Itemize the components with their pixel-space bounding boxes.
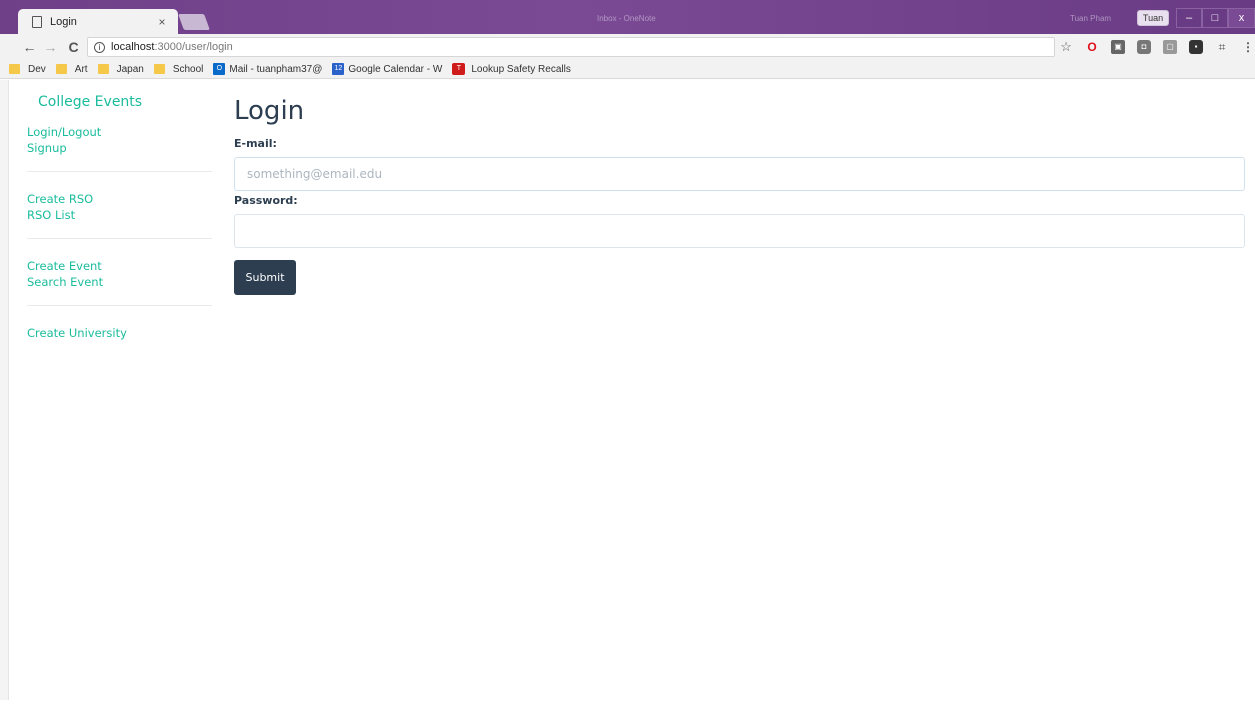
- outlook-icon: O: [213, 63, 226, 75]
- title-bar: Login × Inbox - OneNote Tuan Pham Tuan –…: [0, 0, 1255, 34]
- extension-toolbar: ☆ O ▣ ◘ ▢ ▪ ⌗ ⋮: [1059, 40, 1255, 54]
- page-icon: [32, 15, 42, 28]
- bookmark-label: Dev: [28, 63, 46, 75]
- tab-title: Login: [50, 15, 77, 28]
- calendar-icon: 12: [332, 63, 345, 75]
- browser-window: Login × Inbox - OneNote Tuan Pham Tuan –…: [0, 0, 1255, 704]
- bookmark-label: School: [172, 63, 204, 75]
- extension-face-icon[interactable]: ▪: [1189, 40, 1204, 54]
- reload-icon[interactable]: C: [64, 39, 83, 55]
- email-field[interactable]: [234, 157, 1245, 191]
- folder-icon: [153, 64, 165, 74]
- password-label: Password:: [234, 194, 298, 207]
- sidebar-item-login-logout[interactable]: Login/Logout: [27, 124, 212, 140]
- bookmark-label: Art: [74, 63, 88, 75]
- info-icon[interactable]: i: [94, 41, 106, 53]
- tab-close-icon[interactable]: ×: [154, 15, 170, 29]
- folder-icon: [9, 64, 20, 74]
- toyota-icon: T: [452, 63, 466, 75]
- brand-title[interactable]: College Events: [38, 94, 212, 110]
- bookmark-label: Japan: [116, 63, 144, 75]
- opera-extension-icon[interactable]: O: [1085, 40, 1099, 54]
- folder-icon: [55, 64, 67, 74]
- page-content: College Events Login/Logout Signup Creat…: [0, 80, 1255, 704]
- page-title: Login: [234, 96, 305, 126]
- sidebar-item-rso-list[interactable]: RSO List: [27, 207, 212, 223]
- titlebar-user-text: Tuan Pham: [1070, 14, 1112, 23]
- page-left-scroll-edge: [0, 80, 9, 700]
- bookmark-label: Mail - tuanpham37@: [229, 63, 323, 75]
- bookmark-safety-recalls[interactable]: T Lookup Safety Recalls: [452, 63, 571, 75]
- bookmarks-bar: Dev Art Japan School O Mail - tuanpham37…: [0, 60, 1255, 79]
- sidebar-item-search-event[interactable]: Search Event: [27, 274, 212, 290]
- bookmark-folder-dev[interactable]: Dev: [9, 64, 46, 75]
- bookmark-label: Lookup Safety Recalls: [471, 63, 571, 75]
- sidebar-item-signup[interactable]: Signup: [27, 140, 212, 156]
- sidebar-item-create-university[interactable]: Create University: [27, 325, 212, 341]
- login-form: Login E-mail: Password: Submit: [234, 96, 1245, 295]
- bookmark-folder-school[interactable]: School: [153, 63, 204, 75]
- sidebar: College Events Login/Logout Signup Creat…: [27, 94, 212, 341]
- tab-login[interactable]: Login ×: [18, 9, 178, 34]
- url-host: localhost: [111, 41, 155, 53]
- bookmark-star-icon[interactable]: ☆: [1059, 40, 1073, 54]
- forward-arrow-icon[interactable]: →: [41, 39, 60, 55]
- extension-chat-icon[interactable]: ▢: [1163, 40, 1178, 54]
- profile-button[interactable]: Tuan: [1137, 10, 1169, 26]
- submit-button[interactable]: Submit: [234, 260, 296, 295]
- sidebar-divider: [27, 238, 212, 239]
- extension-outline-icon[interactable]: ⌗: [1215, 40, 1229, 54]
- sidebar-item-create-event[interactable]: Create Event: [27, 258, 212, 274]
- address-bar[interactable]: i localhost:3000/user/login: [87, 37, 1056, 57]
- sidebar-divider: [27, 171, 212, 172]
- folder-icon: [97, 64, 109, 74]
- bookmark-label: Google Calendar - W: [348, 63, 443, 75]
- bookmark-mail[interactable]: O Mail - tuanpham37@: [213, 63, 322, 75]
- bookmark-google-calendar[interactable]: 12 Google Calendar - W: [332, 63, 442, 75]
- email-label: E-mail:: [234, 137, 277, 150]
- titlebar-app-text: Inbox - OneNote: [597, 14, 656, 23]
- sidebar-divider: [27, 305, 212, 306]
- sidebar-item-create-rso[interactable]: Create RSO: [27, 191, 212, 207]
- bookmark-folder-art[interactable]: Art: [55, 63, 88, 75]
- menu-dots-icon[interactable]: ⋮: [1241, 40, 1255, 54]
- extension-box-icon[interactable]: ▣: [1111, 40, 1126, 54]
- maximize-button[interactable]: □: [1202, 8, 1228, 28]
- back-arrow-icon[interactable]: ←: [20, 39, 39, 55]
- bookmark-folder-japan[interactable]: Japan: [97, 63, 144, 75]
- close-window-button[interactable]: x: [1228, 8, 1255, 28]
- url-path: :3000/user/login: [154, 41, 233, 53]
- password-field[interactable]: [234, 214, 1245, 248]
- pocket-extension-icon[interactable]: ◘: [1137, 40, 1152, 54]
- minimize-button[interactable]: –: [1176, 8, 1202, 28]
- new-tab-button[interactable]: [178, 14, 210, 30]
- navigation-bar: ← → C i localhost:3000/user/login ☆ O ▣ …: [0, 34, 1255, 60]
